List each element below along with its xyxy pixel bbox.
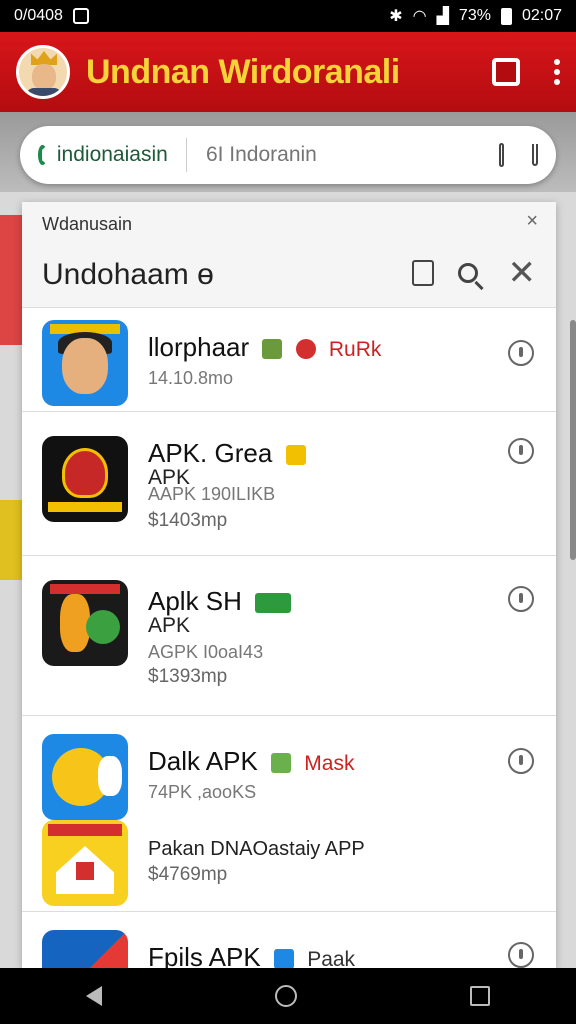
app-name: Aplk SH xyxy=(148,586,292,617)
badge-icon xyxy=(295,339,316,360)
battery-percent: 73% xyxy=(458,7,491,24)
app-bar: Undnan Wirdoranali xyxy=(0,32,576,112)
close-icon[interactable]: ✕ xyxy=(508,256,537,290)
square-icon[interactable] xyxy=(492,58,520,86)
app-name: Dalk APK Mask xyxy=(148,746,354,777)
app-meta: 74PK ,aooKS xyxy=(148,782,257,802)
app-tag: RuRk xyxy=(328,338,382,361)
app-tag: Mask xyxy=(304,752,355,775)
app-subline: APK xyxy=(148,614,191,637)
search-bar[interactable]: indionaiasin xyxy=(20,126,556,184)
bluetooth-icon: ✱ xyxy=(389,8,403,25)
dialog-title: Undohaam ɵ xyxy=(42,258,214,291)
search-brand: indionaiasin xyxy=(56,143,168,166)
download-icon[interactable] xyxy=(508,438,534,464)
badge-icon xyxy=(273,949,294,968)
app-name: APK. Grea xyxy=(148,438,306,469)
dialog-header: Wdanusain × Undohaam ɵ ✕ xyxy=(22,202,556,308)
app-name-text: Dalk APK xyxy=(148,746,258,776)
battery-icon xyxy=(500,7,512,25)
app-name: Pakan DNAOastaiy APP xyxy=(148,838,365,860)
badge-icon xyxy=(262,339,283,360)
badge-icon xyxy=(271,753,292,774)
recents-icon[interactable] xyxy=(469,986,490,1006)
search-brand-icon xyxy=(38,145,47,165)
status-time-left: 0/0408 xyxy=(14,7,63,24)
app-title: Undnan Wirdoranali xyxy=(86,52,400,91)
more-icon[interactable] xyxy=(554,59,560,85)
badge-icon xyxy=(285,445,306,466)
list-item[interactable]: Dalk APK Mask 74PK ,aooKS Pakan DNAOasta… xyxy=(22,716,556,912)
app-list-dialog: Wdanusain × Undohaam ɵ ✕ llorphaar RuRk … xyxy=(22,202,556,968)
nav-bar xyxy=(0,968,576,1024)
app-icon xyxy=(42,930,128,968)
app-icon xyxy=(42,734,128,820)
download-icon[interactable] xyxy=(508,748,534,774)
app-size: $1403mp xyxy=(148,510,228,531)
app-meta: AAPK 190ILIKB xyxy=(148,484,276,504)
bookmark-icon[interactable] xyxy=(498,143,505,167)
app-icon xyxy=(42,320,128,406)
dismiss-icon[interactable]: × xyxy=(526,210,538,233)
dialog-subtitle: Wdanusain xyxy=(42,214,133,234)
status-bar: 0/0408 ✱ ◠ ▟ 73% 02:07 xyxy=(0,0,576,32)
app-icon xyxy=(42,436,128,522)
cart-icon[interactable] xyxy=(532,144,538,166)
notification-icon xyxy=(72,8,89,24)
app-name-text: APK. Grea xyxy=(148,438,273,468)
doc-icon[interactable] xyxy=(411,260,434,286)
app-meta: 14.10.8mo xyxy=(148,368,234,388)
app-name: Fpils APK Paak xyxy=(148,942,355,968)
list-item[interactable]: Aplk SH APK AGPK I0oaI43 $1393mp xyxy=(22,556,556,716)
home-icon[interactable] xyxy=(274,985,297,1007)
app-size: $1393mp xyxy=(148,666,228,687)
badge-icon xyxy=(255,593,292,614)
list-item[interactable]: Fpils APK Paak xyxy=(22,912,556,968)
download-icon[interactable] xyxy=(508,942,534,968)
download-icon[interactable] xyxy=(508,340,534,366)
app-meta: AGPK I0oaI43 xyxy=(148,642,264,662)
app-name: llorphaar RuRk xyxy=(148,332,381,363)
background-strip xyxy=(0,500,22,580)
list-item[interactable]: llorphaar RuRk 14.10.8mo xyxy=(22,308,556,412)
list-item[interactable]: APK. Grea APK AAPK 190ILIKB $1403mp xyxy=(22,412,556,556)
app-icon xyxy=(42,820,128,906)
status-time: 02:07 xyxy=(521,7,562,24)
background-strip xyxy=(0,215,22,345)
app-logo-icon[interactable] xyxy=(16,45,70,99)
app-name-text: Aplk SH xyxy=(148,586,242,616)
back-icon[interactable] xyxy=(86,986,103,1006)
wifi-icon: ◠ xyxy=(412,8,427,25)
app-icon xyxy=(42,580,128,666)
search-input[interactable] xyxy=(205,143,477,167)
app-name-text: llorphaar xyxy=(148,332,250,362)
search-icon[interactable] xyxy=(457,263,478,283)
signal-icon: ▟ xyxy=(436,8,449,25)
app-name-text: Fpils APK xyxy=(148,942,261,968)
app-size: $4769mp xyxy=(148,864,228,885)
app-tag: Paak xyxy=(307,948,356,968)
download-icon[interactable] xyxy=(508,586,534,612)
scrollbar[interactable] xyxy=(570,320,576,560)
